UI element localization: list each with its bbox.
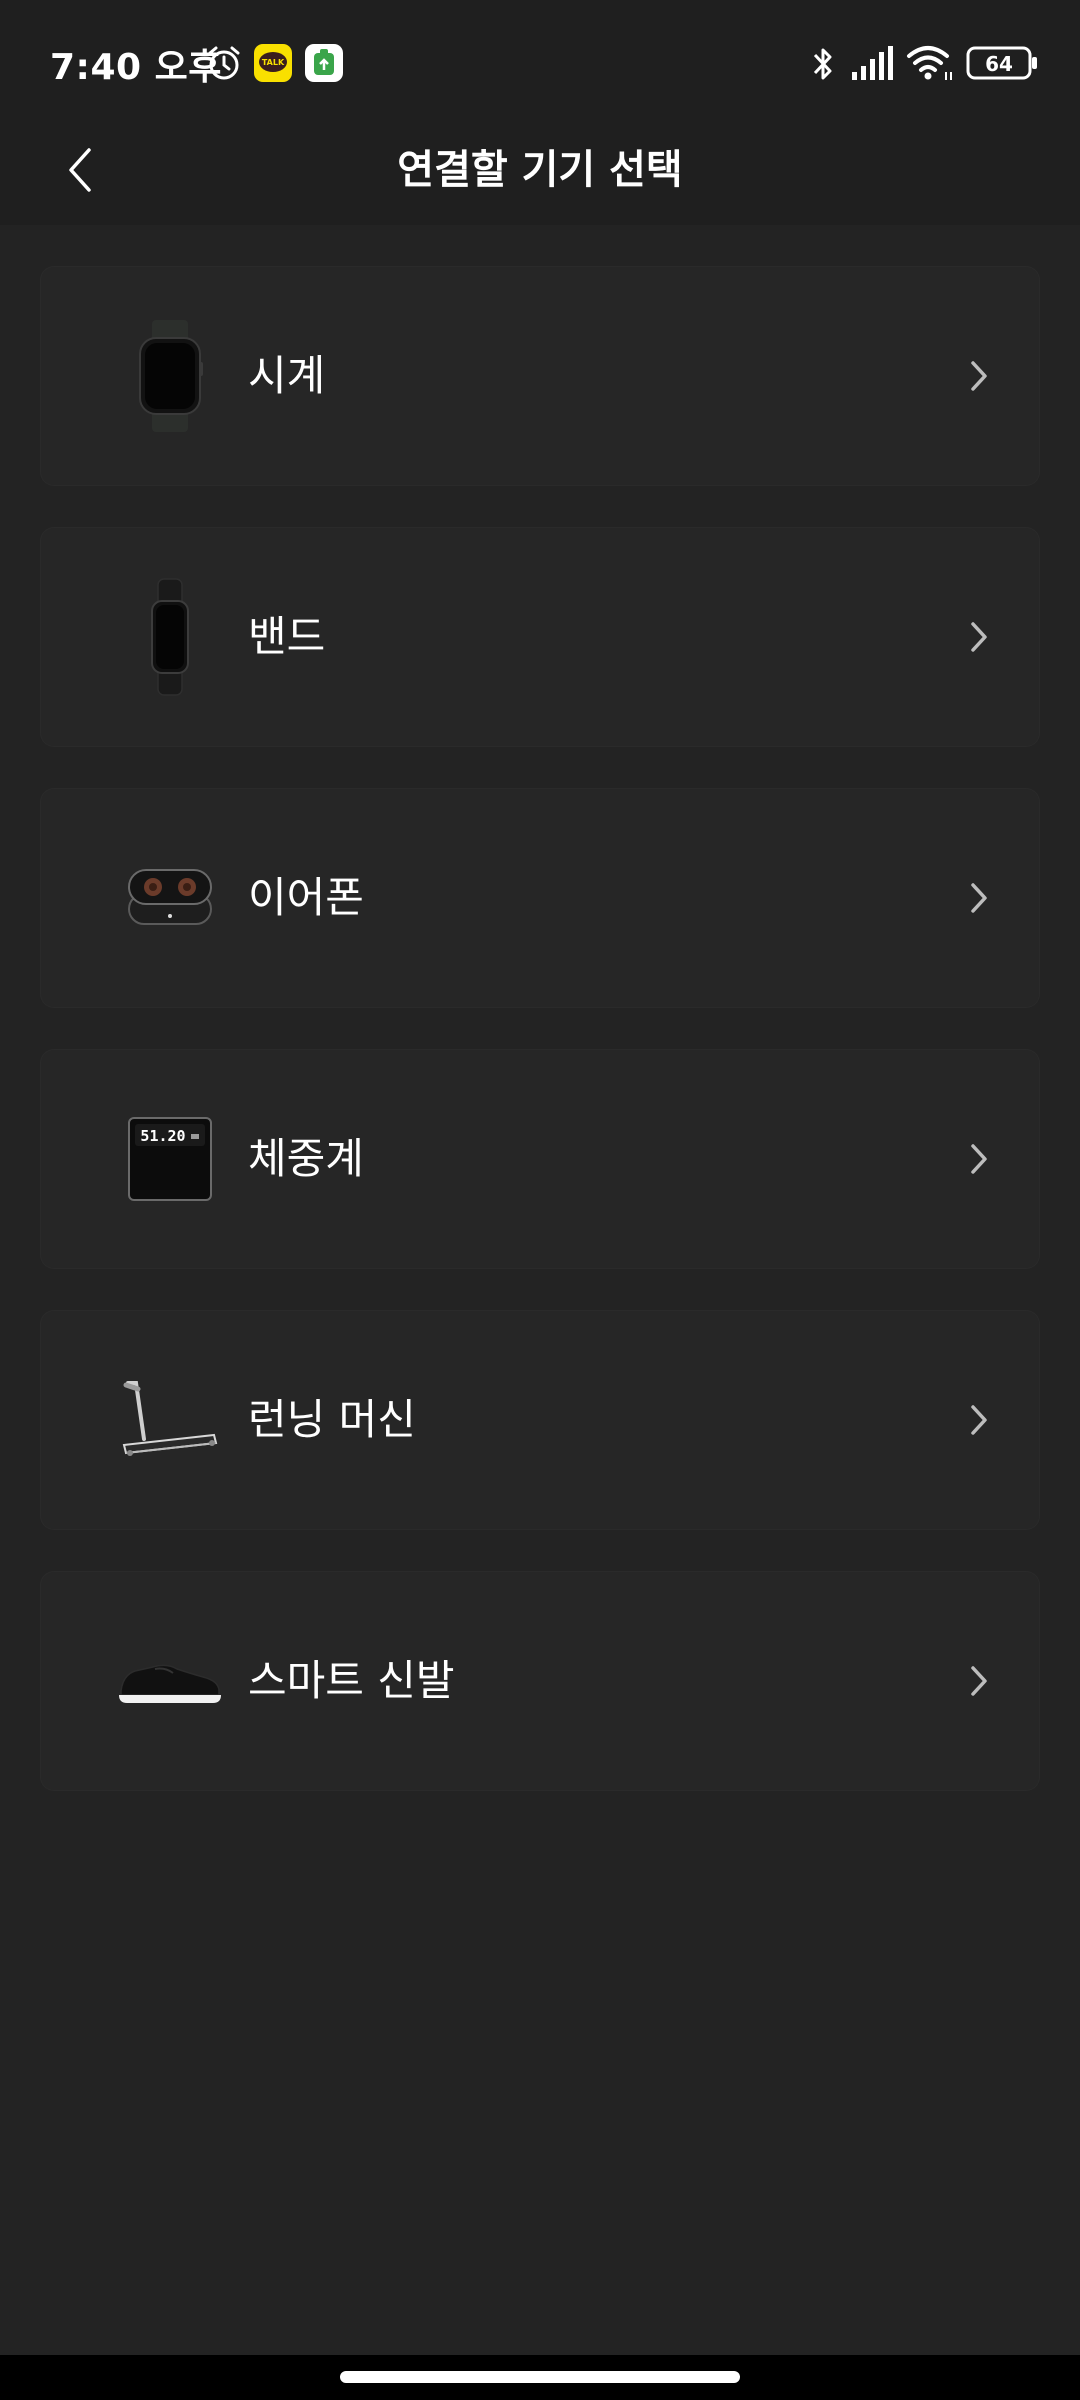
chevron-right-icon xyxy=(954,351,1004,401)
device-label: 밴드 xyxy=(248,612,326,661)
device-label: 체중계 xyxy=(248,1134,364,1183)
device-list: 시계 밴드 이어폰 51.20 체중계 런닝 머신 스마트 신발 xyxy=(40,266,1040,1832)
bluetooth-icon xyxy=(808,44,838,88)
device-item-scale[interactable]: 51.20 체중계 xyxy=(40,1049,1040,1269)
kakaotalk-icon: TALK xyxy=(254,44,292,86)
device-label: 런닝 머신 xyxy=(248,1395,416,1444)
battery-icon: 64 xyxy=(966,46,1038,84)
device-label: 이어폰 xyxy=(248,873,364,922)
device-item-watch[interactable]: 시계 xyxy=(40,266,1040,486)
chevron-right-icon xyxy=(954,1134,1004,1184)
device-label: 스마트 신발 xyxy=(248,1656,455,1705)
treadmill-icon xyxy=(90,1340,250,1500)
alarm-icon xyxy=(205,44,243,86)
chevron-right-icon xyxy=(954,873,1004,923)
status-time: 7:40 오후 xyxy=(50,47,222,88)
signal-icon xyxy=(852,46,894,84)
wifi-icon xyxy=(906,44,954,86)
chevron-right-icon xyxy=(954,1656,1004,1706)
navigation-bar xyxy=(0,2355,1080,2400)
battery-level: 64 xyxy=(985,52,1013,76)
status-bar: 7:40 오후 TALK 64 xyxy=(0,0,1080,120)
smart-shoe-icon xyxy=(90,1601,250,1761)
scale-display: 51.20 xyxy=(140,1127,185,1145)
device-item-treadmill[interactable]: 런닝 머신 xyxy=(40,1310,1040,1530)
chevron-right-icon xyxy=(954,612,1004,662)
device-item-earbuds[interactable]: 이어폰 xyxy=(40,788,1040,1008)
band-icon xyxy=(90,557,250,717)
earbuds-icon xyxy=(90,818,250,978)
scale-icon: 51.20 xyxy=(90,1079,250,1239)
watch-icon xyxy=(90,296,250,456)
header: 연결할 기기 선택 xyxy=(0,120,1080,225)
home-indicator[interactable] xyxy=(340,2371,740,2383)
device-item-smart-shoe[interactable]: 스마트 신발 xyxy=(40,1571,1040,1791)
page-title: 연결할 기기 선택 xyxy=(397,147,683,193)
kakao-label: TALK xyxy=(262,58,285,67)
app-notification-icon xyxy=(305,44,343,86)
device-item-band[interactable]: 밴드 xyxy=(40,527,1040,747)
chevron-right-icon xyxy=(954,1395,1004,1445)
device-label: 시계 xyxy=(248,351,326,400)
